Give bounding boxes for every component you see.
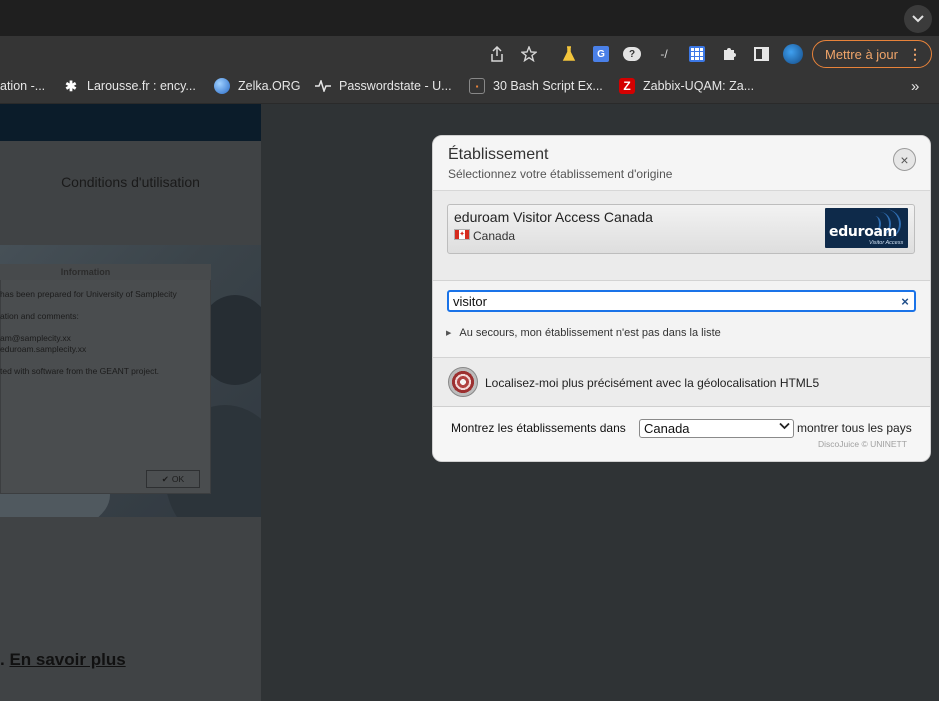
learn-more: . En savoir plus (0, 650, 126, 670)
bookmark-label: Passwordstate - U... (339, 79, 452, 93)
chevron-double-right-icon: » (911, 77, 920, 95)
script-icon: ▪ (469, 78, 485, 94)
clear-icon: × (901, 293, 909, 309)
eduroam-logo-subtext: Visitor Access (869, 240, 904, 246)
flask-icon[interactable] (559, 44, 579, 64)
puzzle-icon[interactable] (719, 44, 739, 64)
conditions-link[interactable]: Conditions d'utilisation (0, 174, 261, 190)
check-icon: ✔ (161, 473, 169, 484)
grid-icon[interactable] (687, 44, 707, 64)
help-toggle-label: Au secours, mon établissement n'est pas … (459, 327, 721, 339)
close-icon: × (900, 151, 909, 168)
globe-icon (214, 78, 230, 94)
update-button-label: Mettre à jour (825, 46, 898, 62)
chevron-down-icon (779, 421, 790, 433)
chevron-down-icon (912, 15, 924, 23)
dialog-subtitle: Sélectionnez votre établissement d'origi… (448, 167, 673, 181)
geolocation-link[interactable]: Localisez-moi plus précisément avec la g… (485, 376, 819, 390)
learn-more-link[interactable]: En savoir plus (9, 650, 125, 669)
canada-flag-icon: ✦ (454, 229, 470, 240)
dialog-title: Établissement (448, 146, 549, 163)
bookmark-item[interactable]: ▪ 30 Bash Script Ex... (469, 72, 603, 100)
search-input[interactable] (447, 290, 916, 312)
credit-text: DiscoJuice © UNINETT (818, 439, 907, 449)
bookmark-label: ation -... (0, 79, 46, 93)
close-button[interactable]: × (893, 148, 916, 171)
bookmark-label: Zabbix-UQAM: Za... (643, 79, 755, 93)
clear-search-button[interactable]: × (897, 293, 913, 309)
bookmarks-overflow-button[interactable]: » (911, 72, 919, 100)
country-select[interactable]: Canada (639, 419, 794, 438)
institution-country: Canada (473, 229, 516, 243)
more-vertical-icon: ⋮ (908, 46, 922, 62)
bookmark-label: 30 Bash Script Ex... (493, 79, 603, 93)
bookmark-item[interactable]: Zelka.ORG (214, 72, 301, 100)
info-line: ted with software from the GEANT project… (0, 366, 160, 376)
info-line: ation and comments: (0, 311, 79, 321)
target-icon[interactable] (448, 367, 478, 397)
bookmark-item[interactable]: Z Zabbix-UQAM: Za... (619, 72, 754, 100)
help-toggle[interactable]: ▶ Au secours, mon établissement n'est pa… (446, 327, 721, 339)
info-dialog-title: Information (0, 264, 211, 280)
institution-name: eduroam Visitor Access Canada (454, 209, 653, 225)
page-header (0, 104, 261, 141)
star-icon[interactable] (519, 44, 539, 64)
tab-strip (0, 0, 939, 36)
info-line: eduroam.samplecity.xx (0, 344, 87, 354)
translate-icon[interactable]: G (591, 44, 611, 64)
asterisk-icon: ✱ (65, 77, 77, 94)
show-all-countries-link[interactable]: montrer tous les pays (797, 421, 912, 435)
sidepanel-icon[interactable] (751, 44, 771, 64)
country-filter-label: Montrez les établissements dans (451, 421, 626, 435)
bookmark-label: Larousse.fr : ency... (87, 79, 196, 93)
bookmark-label: Zelka.ORG (238, 79, 301, 93)
institution-dialog: Établissement Sélectionnez votre établis… (432, 135, 931, 462)
info-ok-button[interactable]: ✔ OK (146, 470, 200, 488)
bookmark-item[interactable]: ✱ Larousse.fr : ency... (63, 72, 196, 100)
tab-search-button[interactable] (904, 5, 932, 33)
share-icon[interactable] (487, 44, 507, 64)
triangle-right-icon: ▶ (446, 330, 452, 337)
dash-icon[interactable]: -/ (654, 44, 674, 64)
info-line: has been prepared for University of Samp… (0, 289, 177, 299)
country-select-value: Canada (644, 421, 690, 436)
help-cloud-icon[interactable]: ? (622, 44, 642, 64)
bookmark-item[interactable]: ation -... (0, 72, 45, 100)
profile-icon[interactable] (783, 44, 803, 64)
update-button[interactable]: Mettre à jour ⋮ (812, 40, 932, 68)
eduroam-logo-text: eduroam (829, 224, 897, 240)
pulse-icon (315, 78, 331, 94)
info-ok-label: OK (171, 474, 185, 484)
bookmark-item[interactable]: Passwordstate - U... (315, 72, 452, 100)
zabbix-icon: Z (619, 78, 635, 94)
info-line: am@samplecity.xx (0, 333, 71, 343)
